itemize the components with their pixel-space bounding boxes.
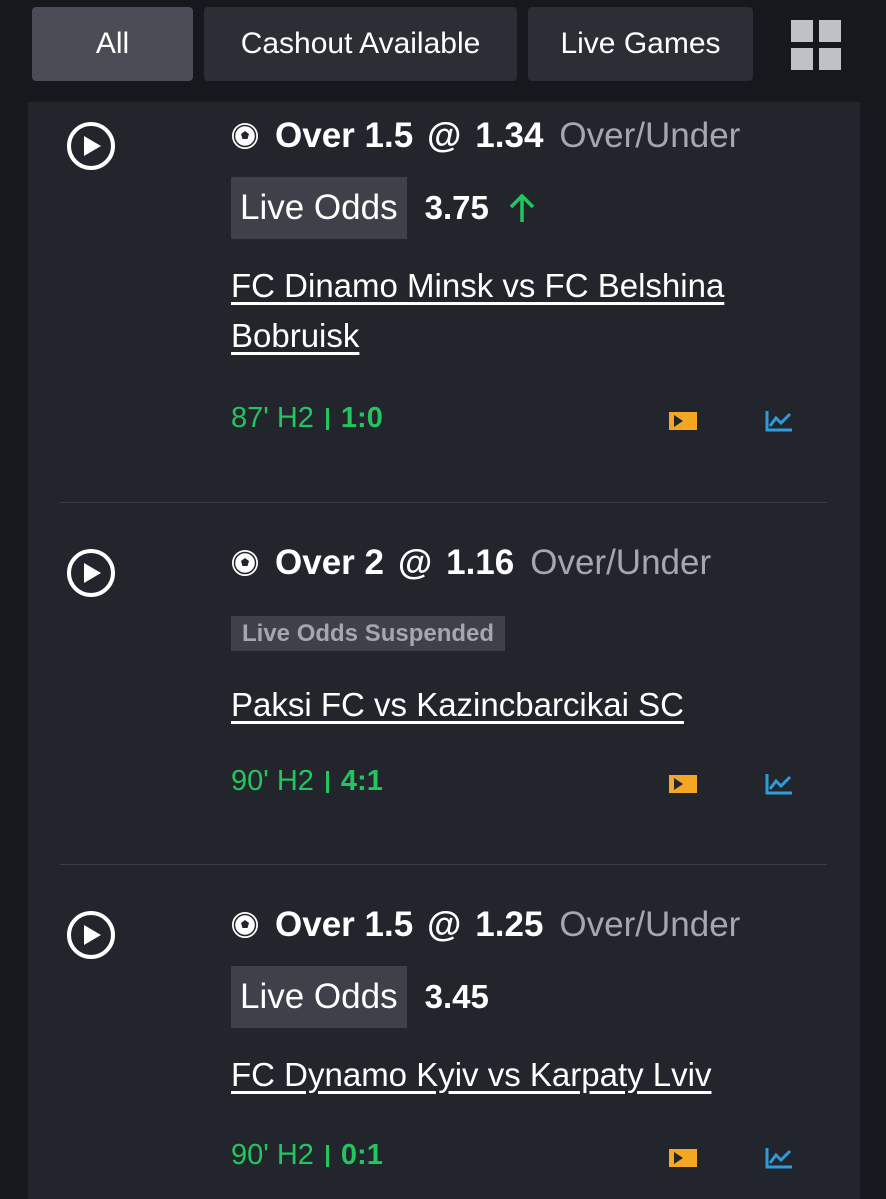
statistics-icon[interactable] bbox=[765, 1147, 793, 1169]
live-stream-icon[interactable] bbox=[669, 775, 697, 793]
status-separator bbox=[325, 770, 329, 793]
at-sign: @ bbox=[427, 905, 462, 944]
match-link[interactable]: Paksi FC vs Kazincbarcikai SC bbox=[231, 680, 811, 730]
match-link[interactable]: FC Dinamo Minsk vs FC Belshina Bobruisk bbox=[231, 261, 811, 361]
selection-line: Over 1.5 @ 1.34 Over/Under bbox=[231, 114, 740, 158]
statistics-icon[interactable] bbox=[765, 773, 793, 795]
match-link[interactable]: FC Dynamo Kyiv vs Karpaty Lviv bbox=[231, 1050, 811, 1100]
filter-live-button[interactable]: Live Games bbox=[528, 7, 753, 81]
at-sign: @ bbox=[397, 543, 433, 582]
bet-card: Over 1.5 @ 1.25 Over/Under Live Odds 3.4… bbox=[28, 865, 860, 1199]
match-score: 1:0 bbox=[340, 402, 383, 434]
match-score: 0:1 bbox=[340, 1139, 383, 1171]
selection-pick: Over 1.5 bbox=[275, 905, 414, 944]
selection-line: Over 1.5 @ 1.25 Over/Under bbox=[231, 903, 740, 947]
live-stream-icon[interactable] bbox=[669, 1149, 697, 1167]
arrow-up-icon bbox=[509, 193, 535, 222]
market-name: Over/Under bbox=[559, 905, 741, 944]
live-stream-icon[interactable] bbox=[669, 412, 697, 430]
soccer-ball-icon bbox=[232, 550, 258, 576]
selection-pick: Over 1.5 bbox=[275, 116, 414, 155]
status-separator bbox=[325, 407, 329, 430]
bets-list: Over 1.5 @ 1.34 Over/Under Live Odds 3.7… bbox=[28, 102, 860, 1199]
filter-cashout-button[interactable]: Cashout Available bbox=[204, 7, 517, 81]
play-icon[interactable] bbox=[67, 122, 115, 170]
market-name: Over/Under bbox=[559, 116, 741, 155]
match-score: 4:1 bbox=[340, 765, 383, 797]
market-name: Over/Under bbox=[530, 543, 712, 582]
statistics-icon[interactable] bbox=[765, 410, 793, 432]
at-sign: @ bbox=[427, 116, 462, 155]
match-status: 90' H2 4:1 bbox=[231, 765, 383, 798]
filter-bar: All Cashout Available Live Games bbox=[0, 0, 886, 90]
soccer-ball-icon bbox=[232, 123, 258, 149]
live-odds-value: 3.45 bbox=[424, 978, 489, 1015]
live-odds-value: 3.75 bbox=[424, 189, 489, 226]
live-odds-row: Live Odds 3.75 bbox=[231, 177, 537, 239]
match-status: 90' H2 0:1 bbox=[231, 1139, 383, 1172]
selection-odds: 1.34 bbox=[475, 116, 544, 155]
live-odds-suspended-badge: Live Odds Suspended bbox=[231, 616, 506, 651]
bet-card: Over 1.5 @ 1.34 Over/Under Live Odds 3.7… bbox=[28, 102, 860, 502]
live-odds-label: Live Odds bbox=[231, 177, 407, 239]
bet-card: Over 2 @ 1.16 Over/Under Live Odds Suspe… bbox=[28, 503, 860, 864]
filter-all-button[interactable]: All bbox=[32, 7, 193, 81]
status-separator bbox=[325, 1144, 329, 1167]
match-time: 90' H2 bbox=[231, 1139, 314, 1171]
match-time: 90' H2 bbox=[231, 765, 314, 797]
soccer-ball-icon bbox=[232, 912, 258, 938]
match-status: 87' H2 1:0 bbox=[231, 402, 383, 435]
match-time: 87' H2 bbox=[231, 402, 314, 434]
play-icon[interactable] bbox=[67, 549, 115, 597]
selection-odds: 1.16 bbox=[446, 543, 515, 582]
play-icon[interactable] bbox=[67, 911, 115, 959]
selection-odds: 1.25 bbox=[475, 905, 544, 944]
grid-view-icon[interactable] bbox=[791, 20, 841, 70]
live-odds-label: Live Odds bbox=[231, 966, 407, 1028]
live-odds-row: Live Odds 3.45 bbox=[231, 966, 489, 1028]
selection-line: Over 2 @ 1.16 Over/Under bbox=[231, 541, 711, 585]
selection-pick: Over 2 bbox=[275, 543, 384, 582]
